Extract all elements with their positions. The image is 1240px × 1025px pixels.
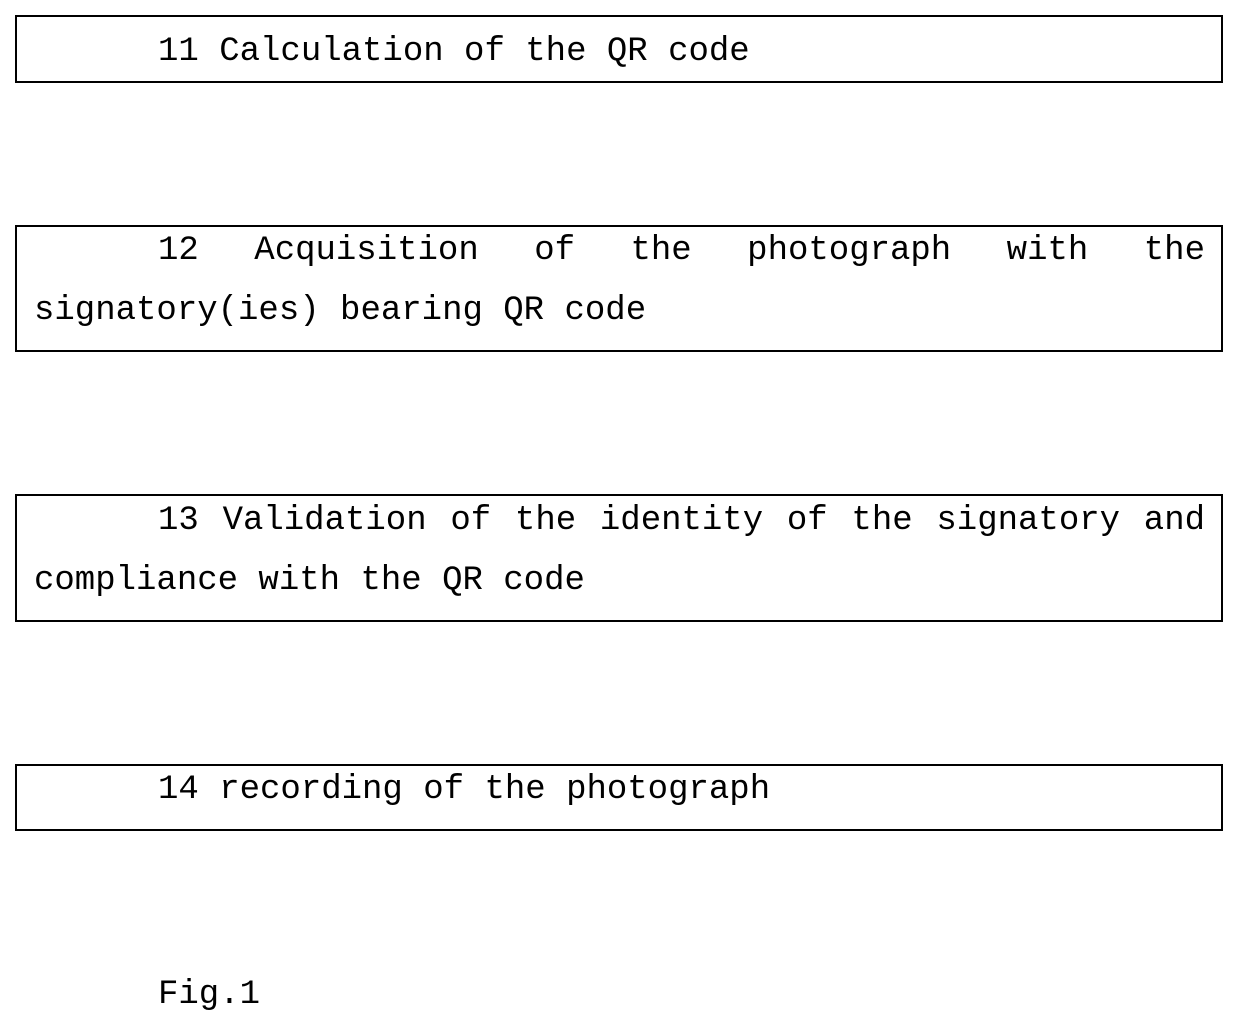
step-box-13: 13 Validation of the identity of the sig… <box>15 494 1223 622</box>
step-text-13: 13 Validation of the identity of the sig… <box>34 502 1205 600</box>
figure-caption: Fig.1 <box>158 976 261 1014</box>
step-text-11: 11 Calculation of the QR code <box>158 33 750 71</box>
step-box-14: 14 recording of the photograph <box>15 764 1223 831</box>
step-box-11: 11 Calculation of the QR code <box>15 15 1223 83</box>
step-text-14: 14 recording of the photograph <box>158 771 771 809</box>
step-box-12: 12 Acquisition of the photograph with th… <box>15 225 1223 352</box>
step-text-12: 12 Acquisition of the photograph with th… <box>34 232 1205 330</box>
